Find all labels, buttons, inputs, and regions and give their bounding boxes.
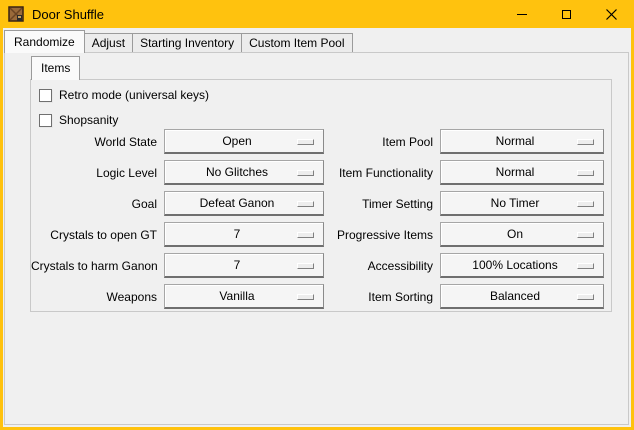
shopsanity-checkbox[interactable] [39,114,52,127]
dropdown-indicator-icon [577,170,594,176]
crystals-harm-ganon-label: Crystals to harm Ganon [31,259,164,273]
tab-custom-item-pool[interactable]: Custom Item Pool [241,33,352,53]
retro-mode-label: Retro mode (universal keys) [59,88,209,102]
dropdown-indicator-icon [297,232,314,238]
weapons-label: Weapons [31,290,164,304]
minimize-button[interactable] [499,0,544,28]
crystals-open-gt-label: Crystals to open GT [31,228,164,242]
dropdown-indicator-icon [297,263,314,269]
option-row: Logic Level No Glitches Item Functionali… [31,160,613,185]
crystals-open-gt-dropdown[interactable]: 7 [164,222,324,247]
window-title: Door Shuffle [32,7,104,22]
progressive-items-label: Progressive Items [324,228,440,242]
item-sorting-label: Item Sorting [324,290,440,304]
outer-tab-bar: Randomize Adjust Starting Inventory Cust… [4,30,352,53]
tab-starting-inventory[interactable]: Starting Inventory [132,33,242,53]
dropdown-indicator-icon [577,294,594,300]
close-button[interactable] [589,0,634,28]
dropdown-indicator-icon [297,294,314,300]
shopsanity-label: Shopsanity [59,113,118,127]
timer-setting-dropdown[interactable]: No Timer [440,191,604,216]
item-sorting-dropdown[interactable]: Balanced [440,284,604,309]
tab-randomize[interactable]: Randomize [4,30,85,53]
dropdown-indicator-icon [577,139,594,145]
crystals-harm-ganon-dropdown[interactable]: 7 [164,253,324,278]
logic-level-label: Logic Level [31,166,164,180]
maximize-icon [562,10,571,19]
logic-level-dropdown[interactable]: No Glitches [164,160,324,185]
client-area: Randomize Adjust Starting Inventory Cust… [3,28,631,427]
title-bar: Door Shuffle [0,0,634,28]
option-row: Weapons Vanilla Item Sorting Balanced [31,284,613,309]
option-row: Goal Defeat Ganon Timer Setting No Timer [31,191,613,216]
dropdown-indicator-icon [577,201,594,207]
world-state-label: World State [31,135,164,149]
goal-dropdown[interactable]: Defeat Ganon [164,191,324,216]
maximize-button[interactable] [544,0,589,28]
door-icon [8,6,24,22]
item-pool-dropdown[interactable]: Normal [440,129,604,154]
dropdown-indicator-icon [297,139,314,145]
item-pool-label: Item Pool [324,135,440,149]
tab-items[interactable]: Items [31,56,80,80]
progressive-items-dropdown[interactable]: On [440,222,604,247]
dropdown-indicator-icon [297,201,314,207]
minimize-icon [517,14,527,15]
weapons-dropdown[interactable]: Vanilla [164,284,324,309]
retro-mode-checkbox-row: Retro mode (universal keys) [39,87,209,103]
item-functionality-label: Item Functionality [324,166,440,180]
item-functionality-dropdown[interactable]: Normal [440,160,604,185]
option-grid: World State Open Item Pool Normal Logic … [31,129,613,315]
option-row: Crystals to harm Ganon 7 Accessibility 1… [31,253,613,278]
goal-label: Goal [31,197,164,211]
tab-adjust[interactable]: Adjust [84,33,133,53]
dropdown-indicator-icon [297,170,314,176]
retro-mode-checkbox[interactable] [39,89,52,102]
accessibility-dropdown[interactable]: 100% Locations [440,253,604,278]
timer-setting-label: Timer Setting [324,197,440,211]
app-window: Door Shuffle Randomize Adjust Starting I… [0,0,634,430]
caption-buttons [499,0,634,28]
option-row: Crystals to open GT 7 Progressive Items … [31,222,613,247]
dropdown-indicator-icon [577,263,594,269]
accessibility-label: Accessibility [324,259,440,273]
world-state-dropdown[interactable]: Open [164,129,324,154]
option-row: World State Open Item Pool Normal [31,129,613,154]
items-panel: Retro mode (universal keys) Shopsanity W… [30,79,612,312]
dropdown-indicator-icon [577,232,594,238]
shopsanity-checkbox-row: Shopsanity [39,112,118,128]
close-icon [606,9,617,20]
